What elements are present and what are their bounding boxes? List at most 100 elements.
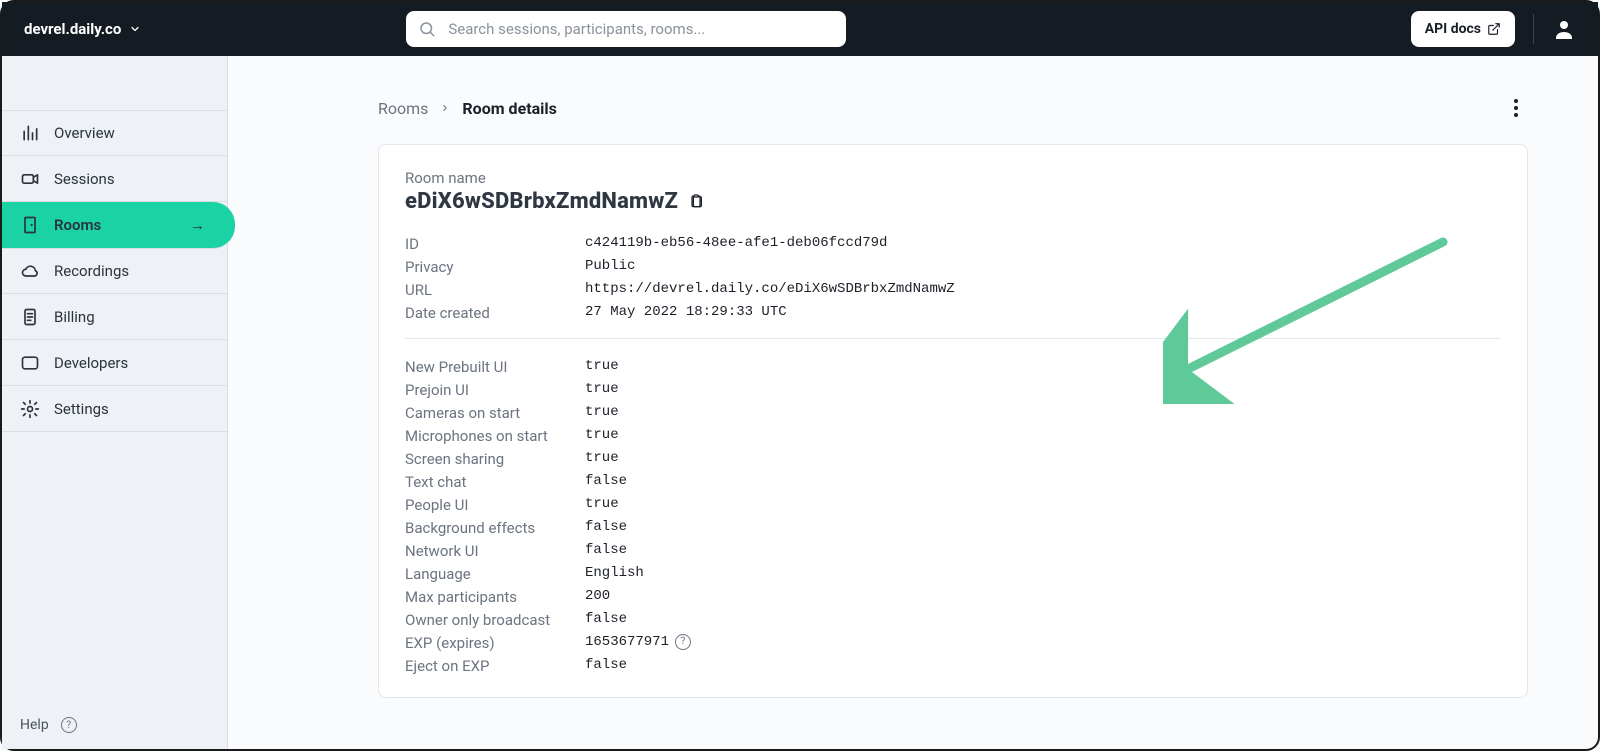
search-input[interactable] [446, 19, 834, 39]
sidebar-item-label: Sessions [54, 170, 115, 188]
clipboard-icon[interactable] [688, 194, 704, 210]
help-label: Help [20, 717, 49, 733]
app-header: devrel.daily.co API docs [2, 2, 1598, 56]
gear-icon [20, 399, 40, 419]
field-value: 27 May 2022 18:29:33 UTC [585, 304, 787, 320]
sidebar-item-settings[interactable]: Settings [2, 386, 227, 432]
external-link-icon [1487, 22, 1501, 36]
sidebar-item-label: Overview [54, 124, 115, 142]
api-docs-button[interactable]: API docs [1411, 11, 1515, 47]
help-link[interactable]: Help ? [2, 701, 227, 749]
global-search[interactable] [406, 11, 846, 47]
chevron-right-icon [440, 103, 450, 113]
divider [1533, 14, 1534, 44]
field-value: Public [585, 258, 635, 274]
field-value: true [585, 358, 619, 374]
field-label: Cameras on start [405, 404, 585, 422]
field-row: LanguageEnglish [405, 562, 1501, 585]
field-label: Owner only broadcast [405, 611, 585, 629]
bars-icon [20, 123, 40, 143]
window-icon [20, 353, 40, 373]
field-row: URLhttps://devrel.daily.co/eDiX6wSDBrbxZ… [405, 278, 1501, 301]
field-row: Max participants200 [405, 585, 1501, 608]
sidebar-item-label: Recordings [54, 262, 129, 280]
breadcrumb-current: Room details [462, 99, 556, 118]
field-label: Screen sharing [405, 450, 585, 468]
field-value: false [585, 473, 627, 489]
field-label: Max participants [405, 588, 585, 606]
field-row: Background effectsfalse [405, 516, 1501, 539]
field-row: Owner only broadcastfalse [405, 608, 1501, 631]
field-row: PrivacyPublic [405, 255, 1501, 278]
field-label: Eject on EXP [405, 657, 585, 675]
field-value: true [585, 450, 619, 466]
field-row: Date created27 May 2022 18:29:33 UTC [405, 301, 1501, 324]
sidebar-item-billing[interactable]: Billing [2, 294, 227, 340]
field-label: Privacy [405, 258, 585, 276]
sidebar-item-sessions[interactable]: Sessions [2, 156, 227, 202]
door-icon [20, 215, 40, 235]
domain-selector[interactable]: devrel.daily.co [24, 20, 141, 38]
field-row: EXP (expires)1653677971? [405, 631, 1501, 654]
field-label: Background effects [405, 519, 585, 537]
domain-name: devrel.daily.co [24, 20, 121, 38]
field-value: true [585, 404, 619, 420]
search-icon [418, 20, 436, 38]
sidebar-item-developers[interactable]: Developers [2, 340, 227, 386]
room-name-label: Room name [405, 169, 1501, 187]
field-value: false [585, 611, 627, 627]
field-value: true [585, 496, 619, 512]
field-label: Date created [405, 304, 585, 322]
field-label: ID [405, 235, 585, 253]
field-label: People UI [405, 496, 585, 514]
more-actions-menu[interactable] [1504, 96, 1528, 120]
sidebar-item-label: Settings [54, 400, 109, 418]
help-icon[interactable]: ? [675, 634, 691, 650]
field-row: IDc424119b-eb56-48ee-afe1-deb06fccd79d [405, 232, 1501, 255]
sidebar-item-recordings[interactable]: Recordings [2, 248, 227, 294]
chevron-down-icon [129, 23, 141, 35]
breadcrumb: Rooms Room details [378, 99, 557, 118]
field-value: English [585, 565, 644, 581]
video-icon [20, 169, 40, 189]
field-label: Text chat [405, 473, 585, 491]
sidebar-item-label: Rooms [54, 216, 101, 234]
field-value: https://devrel.daily.co/eDiX6wSDBrbxZmdN… [585, 281, 955, 297]
field-row: People UItrue [405, 493, 1501, 516]
field-value: c424119b-eb56-48ee-afe1-deb06fccd79d [585, 235, 887, 251]
field-value: false [585, 657, 627, 673]
breadcrumb-root[interactable]: Rooms [378, 99, 428, 118]
divider [405, 338, 1501, 339]
field-value: 1653677971 [585, 634, 669, 650]
room-details-card: Room name eDiX6wSDBrbxZmdNamwZ IDc424119… [378, 144, 1528, 698]
field-label: Prejoin UI [405, 381, 585, 399]
sidebar: OverviewSessionsRooms→RecordingsBillingD… [2, 56, 228, 749]
field-label: URL [405, 281, 585, 299]
api-docs-label: API docs [1425, 21, 1481, 37]
cloud-icon [20, 261, 40, 281]
sidebar-item-overview[interactable]: Overview [2, 110, 227, 156]
field-value: false [585, 519, 627, 535]
field-label: New Prebuilt UI [405, 358, 585, 376]
field-row: Text chatfalse [405, 470, 1501, 493]
room-name: eDiX6wSDBrbxZmdNamwZ [405, 189, 678, 214]
field-label: Language [405, 565, 585, 583]
help-icon: ? [61, 717, 77, 733]
field-value: true [585, 381, 619, 397]
field-value: true [585, 427, 619, 443]
field-row: New Prebuilt UItrue [405, 355, 1501, 378]
sidebar-item-label: Developers [54, 354, 128, 372]
sidebar-item-label: Billing [54, 308, 95, 326]
field-value: false [585, 542, 627, 558]
field-label: EXP (expires) [405, 634, 585, 652]
field-label: Network UI [405, 542, 585, 560]
receipt-icon [20, 307, 40, 327]
field-label: Microphones on start [405, 427, 585, 445]
field-value: 200 [585, 588, 610, 604]
user-menu[interactable] [1552, 17, 1576, 41]
field-row: Cameras on starttrue [405, 401, 1501, 424]
sidebar-item-rooms[interactable]: Rooms→ [2, 202, 235, 248]
field-row: Screen sharingtrue [405, 447, 1501, 470]
field-row: Eject on EXPfalse [405, 654, 1501, 677]
field-row: Network UIfalse [405, 539, 1501, 562]
